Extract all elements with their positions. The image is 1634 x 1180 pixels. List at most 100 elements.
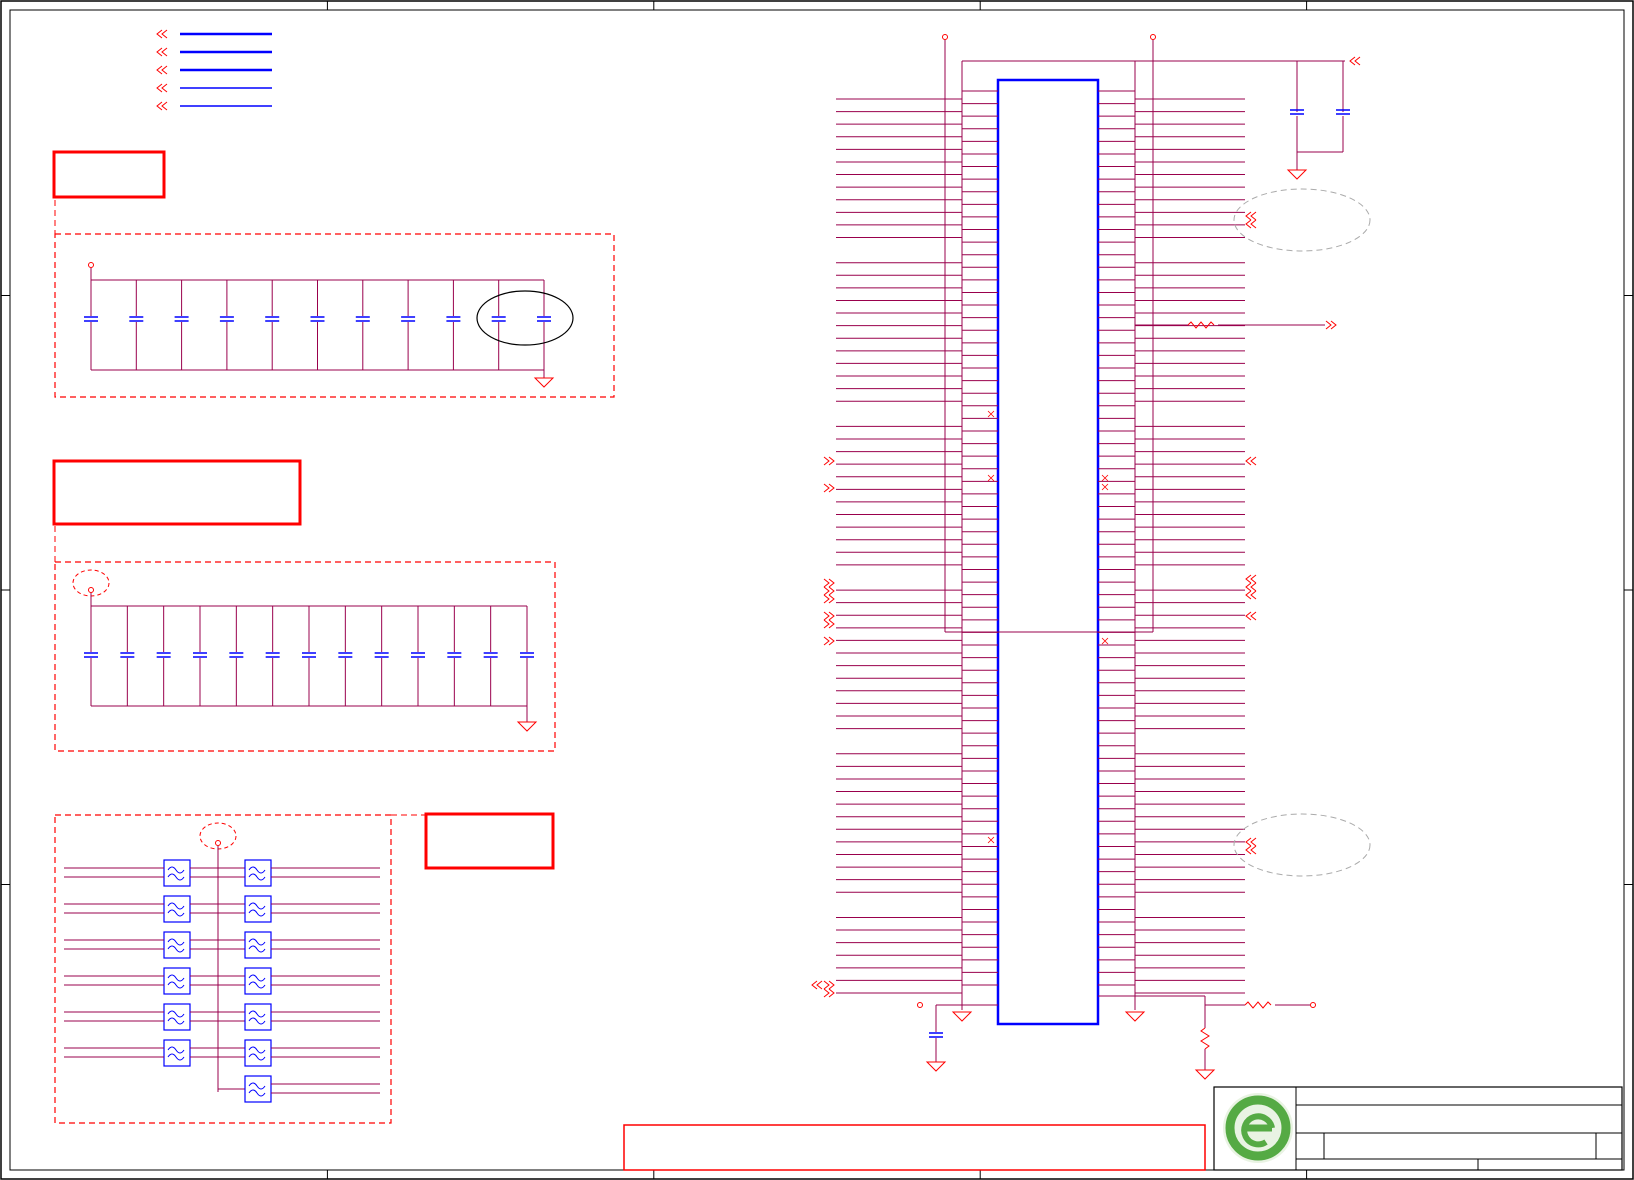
filter-wave bbox=[248, 1010, 266, 1025]
ground-triangle bbox=[516, 721, 538, 732]
port-arrow bbox=[823, 578, 835, 588]
ground-symbol bbox=[951, 1011, 973, 1022]
pull-resistor bbox=[1200, 1027, 1210, 1050]
company-logo bbox=[1223, 1093, 1293, 1163]
ground-triangle bbox=[1286, 169, 1308, 180]
port-arrow bbox=[156, 47, 168, 57]
capacitor bbox=[483, 652, 498, 658]
no-connect-mark bbox=[1101, 483, 1109, 491]
port-arrow bbox=[1245, 837, 1257, 847]
emi-filter bbox=[244, 859, 272, 887]
schematic-sheet bbox=[0, 0, 1634, 1180]
filter-wave bbox=[248, 1082, 266, 1097]
capacitor bbox=[120, 652, 135, 658]
capacitor bbox=[265, 316, 280, 322]
filter-body bbox=[244, 931, 272, 959]
capacitor bbox=[447, 652, 462, 658]
no-connect-mark bbox=[1101, 637, 1109, 645]
cap-bank-top bbox=[84, 262, 555, 388]
capacitor bbox=[491, 316, 506, 322]
decoupling-group-mid bbox=[52, 459, 556, 752]
filter-array bbox=[64, 840, 380, 1103]
filter-body bbox=[244, 1039, 272, 1067]
port-arrow bbox=[156, 101, 168, 111]
filter-body bbox=[244, 895, 272, 923]
decoupling-group-top bbox=[52, 150, 615, 398]
power-port bbox=[1310, 1002, 1316, 1008]
port-arrow bbox=[1245, 611, 1257, 621]
port-arrow bbox=[1245, 582, 1257, 592]
emi-filter bbox=[244, 1003, 272, 1031]
zone-ticks bbox=[1, 1, 1633, 1179]
capacitor bbox=[310, 316, 325, 322]
capacitor bbox=[84, 652, 98, 658]
filter-body bbox=[163, 859, 191, 887]
ground-triangle bbox=[925, 1061, 947, 1072]
capacitor bbox=[338, 652, 353, 658]
port-arrow bbox=[1245, 590, 1257, 600]
capacitor bbox=[193, 652, 207, 658]
no-connect-mark bbox=[987, 410, 995, 418]
port-arrow bbox=[1245, 456, 1257, 466]
board-connector bbox=[996, 78, 1100, 1026]
port-arrow bbox=[1349, 56, 1361, 66]
filter-body bbox=[244, 967, 272, 995]
port-arrow bbox=[823, 483, 835, 493]
filter-wave bbox=[167, 974, 185, 989]
resistor bbox=[1187, 321, 1215, 329]
port-arrow bbox=[1245, 211, 1257, 221]
power-port bbox=[942, 34, 948, 40]
emi-filter bbox=[163, 1039, 191, 1067]
group-top-title-box bbox=[52, 150, 166, 199]
no-connect-mark bbox=[987, 474, 995, 482]
port-arrow bbox=[156, 83, 168, 93]
resistor-zigzag bbox=[1187, 321, 1215, 329]
title-block bbox=[1213, 1086, 1623, 1171]
filter-body bbox=[244, 1075, 272, 1103]
signal-group-ellipse-top bbox=[1233, 188, 1371, 252]
port-arrow bbox=[156, 29, 168, 39]
emi-filter bbox=[244, 931, 272, 959]
resistor-zigzag bbox=[1244, 1001, 1272, 1009]
port-arrow bbox=[1245, 574, 1257, 584]
capacitor bbox=[265, 652, 280, 658]
filter-wave bbox=[167, 866, 185, 881]
filter-wave bbox=[248, 974, 266, 989]
filter-wave bbox=[167, 938, 185, 953]
port-arrow bbox=[823, 611, 835, 621]
emi-filter bbox=[244, 895, 272, 923]
filter-body bbox=[163, 1039, 191, 1067]
capacitor bbox=[520, 652, 534, 658]
port-arrow bbox=[1245, 845, 1257, 855]
ground-symbol bbox=[533, 377, 555, 388]
group-top-boundary bbox=[54, 233, 615, 398]
port-arrow bbox=[823, 636, 835, 646]
power-port bbox=[88, 262, 94, 268]
port-arrow bbox=[823, 456, 835, 466]
ground-triangle bbox=[1124, 1011, 1146, 1022]
power-port bbox=[215, 840, 221, 846]
emi-filter bbox=[163, 859, 191, 887]
capacitor bbox=[401, 316, 416, 322]
filter-group-boundary bbox=[54, 814, 392, 1124]
emi-filter bbox=[163, 967, 191, 995]
connector-body bbox=[996, 78, 1100, 1026]
filter-wave bbox=[248, 902, 266, 917]
filter-body bbox=[163, 931, 191, 959]
filter-body bbox=[244, 1003, 272, 1031]
cap-bank-mid bbox=[84, 587, 538, 732]
capacitor bbox=[537, 316, 551, 322]
note-box bbox=[623, 1124, 1206, 1171]
capacitor bbox=[411, 652, 425, 658]
power-port bbox=[1150, 34, 1156, 40]
emi-filter bbox=[244, 967, 272, 995]
port-arrow bbox=[823, 980, 835, 990]
sheet-frame bbox=[0, 0, 1634, 1180]
power-port bbox=[917, 1002, 923, 1008]
emi-filter bbox=[244, 1039, 272, 1067]
filter-group bbox=[54, 812, 555, 1124]
ground-triangle bbox=[951, 1011, 973, 1022]
resistor bbox=[1244, 1001, 1272, 1009]
emi-filter bbox=[244, 1075, 272, 1103]
ground-triangle bbox=[1194, 1069, 1216, 1080]
